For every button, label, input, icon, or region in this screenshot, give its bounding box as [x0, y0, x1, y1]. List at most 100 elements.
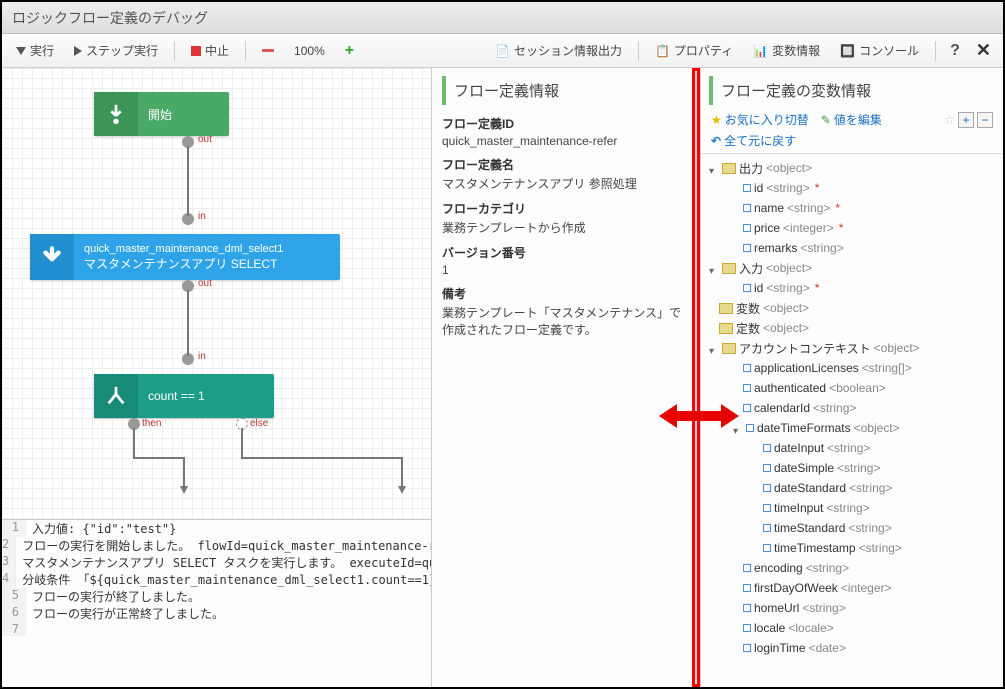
run-button[interactable]: 実行 [8, 38, 62, 63]
reset-all-button[interactable]: ↶全て元に戻す [711, 132, 796, 149]
port-out2-label: out [198, 278, 212, 289]
zoom-level[interactable]: 100% [286, 40, 333, 62]
console-line: 1入力値: {"id":"test"} [2, 520, 431, 537]
prop-value: quick_master_maintenance-refer [442, 134, 682, 148]
property-icon: 📋 [655, 44, 670, 58]
port-in2-label: in [198, 351, 206, 362]
node-count[interactable]: count == 1 [94, 374, 274, 418]
var-icon [743, 384, 751, 392]
favorite-toggle[interactable]: ★お気に入り切替 [711, 111, 809, 128]
prop-label: フローカテゴリ [442, 200, 682, 217]
help-button[interactable]: ? [944, 42, 966, 60]
node-start[interactable]: 開始 [94, 92, 229, 136]
var-icon [763, 524, 771, 532]
tree-node[interactable]: applicationLicenses <string[]> [705, 358, 1003, 378]
tree-node[interactable]: 定数 <object> [705, 318, 1003, 338]
stop-button[interactable]: 中止 [183, 38, 237, 63]
variable-tree[interactable]: 出力 <object> id <string>* name <string>* … [701, 153, 1003, 687]
var-icon [743, 604, 751, 612]
tree-node[interactable]: encoding <string> [705, 558, 1003, 578]
var-icon [743, 624, 751, 632]
var-icon [743, 584, 751, 592]
splitter[interactable] [692, 68, 700, 687]
node-select[interactable]: quick_master_maintenance_dml_select1 マスタ… [30, 234, 340, 280]
var-icon [743, 204, 751, 212]
tree-node[interactable]: 入力 <object> [705, 258, 1003, 278]
folder-icon [722, 263, 736, 274]
prop-label: フロー定義ID [442, 115, 682, 132]
tree-node[interactable]: dateTimeFormats <object> [705, 418, 1003, 438]
step-button[interactable]: ステップ実行 [66, 38, 166, 63]
var-icon [743, 284, 751, 292]
tree-node[interactable]: timeStandard <string> [705, 518, 1003, 538]
tree-node[interactable]: calendarId <string> [705, 398, 1003, 418]
prop-label: バージョン番号 [442, 244, 682, 261]
session-output-button[interactable]: 📄セッション情報出力 [487, 38, 630, 63]
collapse-all-button[interactable]: − [977, 112, 993, 128]
console-button[interactable]: 🔲コンソール [832, 38, 927, 63]
var-icon [763, 464, 771, 472]
vars-button[interactable]: 📊変数情報 [745, 38, 828, 63]
tree-node[interactable]: firstDayOfWeek <integer> [705, 578, 1003, 598]
connector [187, 290, 189, 356]
tree-node[interactable]: アカウントコンテキスト <object> [705, 338, 1003, 358]
tree-node[interactable]: locale <locale> [705, 618, 1003, 638]
flow-canvas[interactable]: 開始 quick_master_maintenance_dml_select1 … [2, 68, 431, 519]
tree-node[interactable]: dateInput <string> [705, 438, 1003, 458]
folder-icon [722, 163, 736, 174]
port-out-label: out [198, 134, 212, 145]
zoom-out-button[interactable] [254, 45, 282, 56]
pencil-icon: ✎ [821, 113, 831, 127]
branch-icon [94, 374, 138, 418]
node-select-id: quick_master_maintenance_dml_select1 [84, 243, 283, 255]
tree-node[interactable]: 出力 <object> [705, 158, 1003, 178]
window-title: ロジックフロー定義のデバッグ [2, 2, 1003, 34]
prop-value: 1 [442, 263, 682, 277]
tree-node[interactable]: dateStandard <string> [705, 478, 1003, 498]
star-icon: ★ [711, 113, 722, 127]
undo-icon: ↶ [711, 134, 721, 148]
tree-node[interactable]: id <string>* [705, 178, 1003, 198]
port-then-label: then [142, 418, 161, 429]
property-button[interactable]: 📋プロパティ [647, 38, 741, 63]
tree-node[interactable]: loginTime <date> [705, 638, 1003, 658]
tree-node[interactable]: timeTimestamp <string> [705, 538, 1003, 558]
chevron-down-icon[interactable] [733, 423, 743, 433]
var-icon [763, 504, 771, 512]
tree-node[interactable]: authenticated <boolean> [705, 378, 1003, 398]
fav-outline-icon: ☆ [944, 113, 955, 127]
console-line: 4分岐条件 「${quick_master_maintenance_dml_se… [2, 571, 431, 588]
node-count-label: count == 1 [148, 389, 205, 403]
var-icon [763, 544, 771, 552]
tree-node[interactable]: price <integer>* [705, 218, 1003, 238]
prop-value: 業務テンプレートから作成 [442, 219, 682, 236]
var-icon [743, 564, 751, 572]
folder-icon [719, 323, 733, 334]
expand-all-button[interactable]: + [958, 112, 974, 128]
port-in-label: in [198, 211, 206, 222]
select-icon [30, 234, 74, 280]
stop-icon [191, 46, 201, 56]
vars-icon: 📊 [753, 44, 768, 58]
chevron-down-icon[interactable] [709, 263, 719, 273]
var-icon [763, 444, 771, 452]
tree-node[interactable]: id <string>* [705, 278, 1003, 298]
tree-node[interactable]: homeUrl <string> [705, 598, 1003, 618]
tree-node[interactable]: 変数 <object> [705, 298, 1003, 318]
zoom-in-button[interactable]: + [337, 38, 362, 64]
console-line: 5フローの実行が終了しました。 [2, 588, 431, 605]
tree-node[interactable]: dateSimple <string> [705, 458, 1003, 478]
folder-icon [719, 303, 733, 314]
step-icon [74, 46, 82, 56]
chevron-down-icon[interactable] [709, 343, 719, 353]
var-icon [743, 224, 751, 232]
tree-node[interactable]: name <string>* [705, 198, 1003, 218]
close-button[interactable]: ✕ [970, 40, 997, 61]
edit-value-button[interactable]: ✎値を編集 [821, 111, 882, 128]
node-start-label: 開始 [148, 106, 172, 123]
tree-node[interactable]: timeInput <string> [705, 498, 1003, 518]
panel-title: フロー定義情報 [442, 76, 682, 105]
tree-node[interactable]: remarks <string> [705, 238, 1003, 258]
var-icon [743, 404, 751, 412]
chevron-down-icon[interactable] [709, 163, 719, 173]
